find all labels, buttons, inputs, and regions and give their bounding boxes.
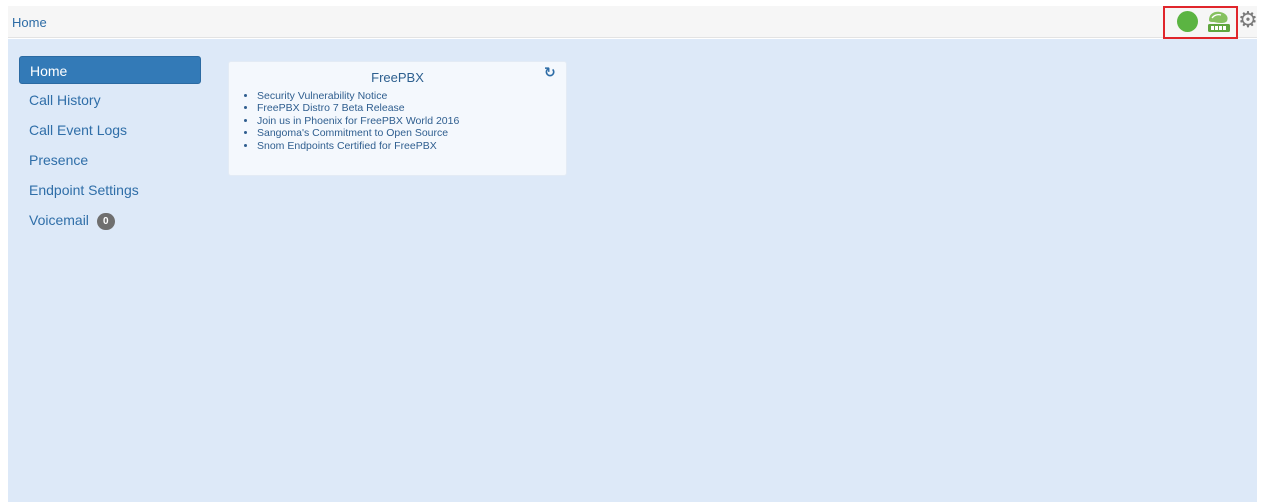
- sidebar-item-label: Presence: [29, 152, 89, 168]
- sidebar-item-endpoint-settings[interactable]: Endpoint Settings: [19, 176, 201, 204]
- news-link[interactable]: Security Vulnerability Notice: [257, 90, 459, 102]
- refresh-icon[interactable]: ↻: [544, 66, 558, 80]
- widget-title: FreePBX: [371, 70, 424, 85]
- voicemail-count-badge: 0: [96, 213, 115, 230]
- sidebar-item-label: Call Event Logs: [29, 122, 128, 138]
- sidebar-item-call-event-logs[interactable]: Call Event Logs: [19, 116, 201, 144]
- sidebar-item-voicemail[interactable]: Voicemail 0: [19, 206, 201, 234]
- freepbx-news-widget: FreePBX ↻ Security Vulnerability Notice …: [228, 61, 567, 176]
- top-bar: Home ⚙: [8, 6, 1259, 39]
- news-link[interactable]: Join us in Phoenix for FreePBX World 201…: [257, 115, 459, 127]
- sidebar-item-label: Voicemail: [29, 212, 89, 228]
- app-frame: Home ⚙ Home Call History Call Event Logs: [8, 6, 1259, 502]
- sidebar-item-home[interactable]: Home: [19, 56, 201, 84]
- sidebar-item-label: Home: [30, 63, 68, 79]
- news-link[interactable]: FreePBX Distro 7 Beta Release: [257, 102, 459, 114]
- sidebar-nav: Home Call History Call Event Logs Presen…: [19, 56, 201, 236]
- gear-icon[interactable]: ⚙: [1237, 8, 1259, 34]
- page-title: Home: [12, 15, 47, 30]
- sidebar-item-label: Endpoint Settings: [29, 182, 139, 198]
- sidebar-item-label: Call History: [29, 92, 101, 108]
- news-link[interactable]: Snom Endpoints Certified for FreePBX: [257, 140, 459, 152]
- main-content: Home Call History Call Event Logs Presen…: [8, 39, 1257, 502]
- news-list: Security Vulnerability Notice FreePBX Di…: [257, 90, 459, 152]
- sidebar-item-call-history[interactable]: Call History: [19, 86, 201, 114]
- news-link[interactable]: Sangoma's Commitment to Open Source: [257, 127, 459, 139]
- zulu-logo-icon[interactable]: [1203, 10, 1233, 34]
- presence-status-icon[interactable]: [1177, 11, 1198, 32]
- sidebar-item-presence[interactable]: Presence: [19, 146, 201, 174]
